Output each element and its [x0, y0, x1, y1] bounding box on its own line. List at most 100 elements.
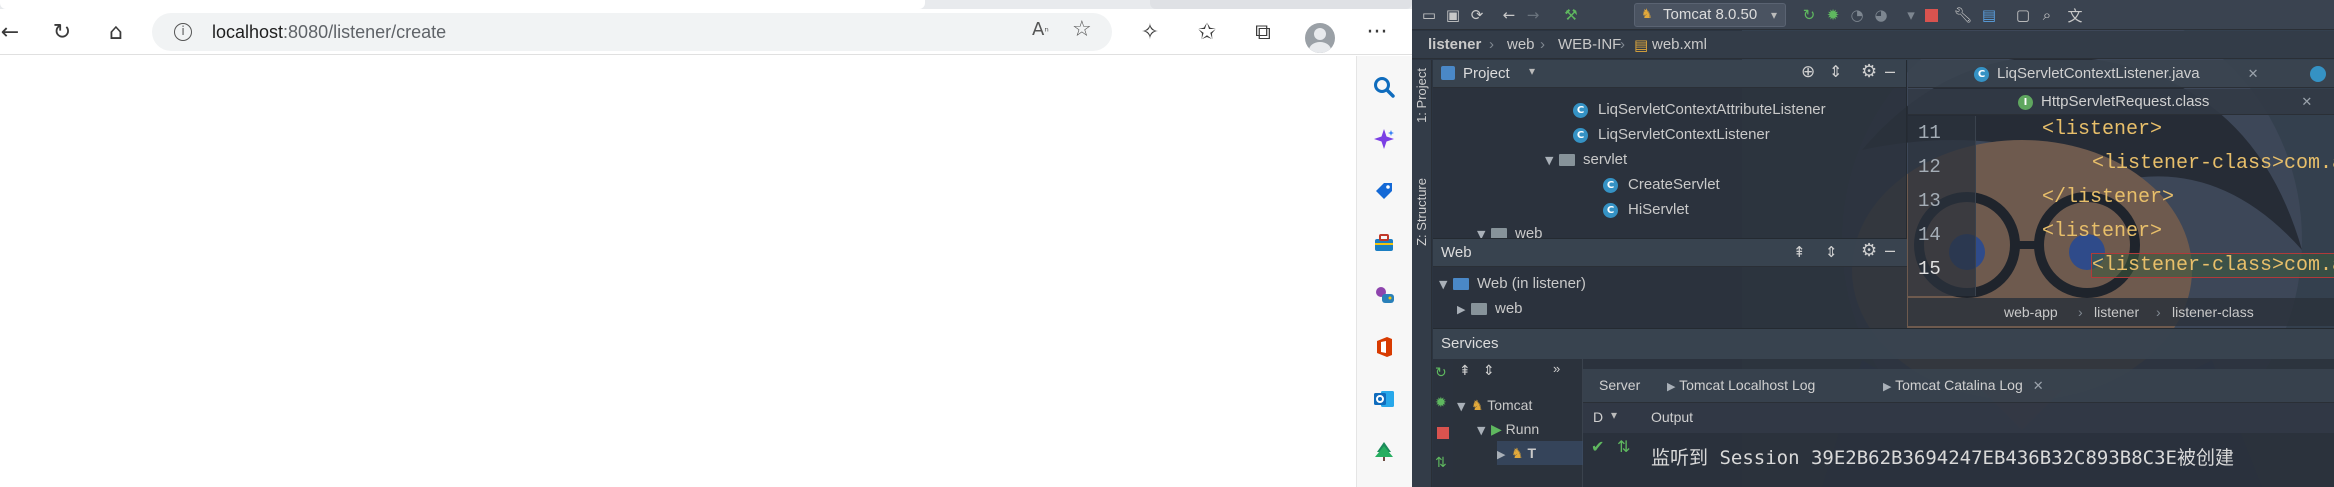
- read-aloud-icon[interactable]: Aⁿ: [1032, 19, 1049, 40]
- active-tab[interactable]: [0, 0, 925, 9]
- expand-all-icon[interactable]: ⇞: [1459, 363, 1471, 379]
- services-title[interactable]: Services: [1441, 335, 1499, 352]
- collapse-all-icon[interactable]: ⇕: [1829, 62, 1842, 82]
- close-icon[interactable]: ✕: [2301, 95, 2312, 110]
- collapse-all-icon[interactable]: ⇕: [1483, 363, 1495, 379]
- tree-icon[interactable]: [1369, 436, 1399, 466]
- deploy-icon[interactable]: ⇅: [1435, 455, 1447, 471]
- expanded-triangle-icon[interactable]: ▼: [1439, 273, 1453, 297]
- rerun-icon[interactable]: ↻: [1798, 4, 1820, 26]
- close-icon[interactable]: ✕: [2033, 379, 2044, 394]
- games-icon[interactable]: [1369, 280, 1399, 310]
- sync-icon[interactable]: ⟳: [1466, 4, 1488, 26]
- code-line[interactable]: <listener>: [2042, 220, 2162, 243]
- stop-icon[interactable]: [1437, 427, 1449, 439]
- back-icon[interactable]: ←: [0, 14, 28, 50]
- deploy-label[interactable]: D: [1593, 409, 1603, 425]
- breadcrumb-web-inf[interactable]: WEB-INF: [1558, 36, 1621, 53]
- reload-icon[interactable]: ↻: [44, 14, 80, 50]
- open-folder-icon[interactable]: ▭: [1418, 4, 1440, 26]
- outlook-icon[interactable]: [1369, 384, 1399, 414]
- locate-icon[interactable]: ⊕: [1801, 62, 1815, 82]
- save-icon[interactable]: ▣: [1442, 4, 1464, 26]
- layout-icon[interactable]: ▢: [2012, 4, 2034, 26]
- more-icon[interactable]: »: [1553, 361, 1560, 376]
- tab-catalina-log[interactable]: ▶ Tomcat Catalina Log ✕: [1883, 377, 2044, 394]
- project-structure-icon[interactable]: ▤: [1978, 4, 2000, 26]
- add-favorite-icon[interactable]: ☆: [1072, 17, 1092, 42]
- chevron-down-icon[interactable]: ▾: [1529, 64, 1535, 78]
- expanded-triangle-icon[interactable]: ▼: [1477, 419, 1491, 443]
- search-icon[interactable]: [1369, 72, 1399, 102]
- breadcrumb-file[interactable]: web.xml: [1652, 36, 1707, 53]
- tree-item[interactable]: ▼ ▶ Runn: [1477, 417, 1539, 441]
- back-icon[interactable]: ←: [1498, 4, 1520, 26]
- stop-icon[interactable]: [1920, 4, 1942, 26]
- home-icon[interactable]: ⌂: [98, 14, 134, 50]
- tree-item[interactable]: C HiServlet: [1603, 198, 1689, 222]
- run-configuration-select[interactable]: ♞ Tomcat 8.0.50 ▾: [1634, 3, 1786, 27]
- tree-item[interactable]: C LiqServletContextAttributeListener: [1573, 98, 1826, 122]
- structure-tool-tab[interactable]: Z: Structure: [1414, 178, 1430, 246]
- tab-localhost-log[interactable]: ▶ Tomcat Localhost Log: [1667, 377, 1815, 393]
- forward-icon[interactable]: →: [1522, 4, 1544, 26]
- breadcrumb-web[interactable]: web: [1507, 36, 1535, 53]
- breadcrumb-item[interactable]: web-app: [2004, 304, 2058, 320]
- collapsed-triangle-icon[interactable]: ▶: [1457, 298, 1471, 322]
- extensions-icon[interactable]: ✧: [1133, 15, 1167, 49]
- hide-panel-icon[interactable]: –: [1885, 61, 1895, 82]
- profile-run-icon[interactable]: ◕: [1870, 4, 1892, 26]
- tree-item[interactable]: C LiqServletContextListener: [1573, 123, 1770, 147]
- console-output[interactable]: ✔ ⇅ 监听到 Session 39E2B62B3694247EB436B32C…: [1583, 433, 2334, 487]
- build-hammer-icon[interactable]: ⚒: [1560, 4, 1582, 26]
- breadcrumb-item[interactable]: listener: [2094, 304, 2139, 320]
- favorites-icon[interactable]: ✩: [1190, 15, 1224, 49]
- expanded-triangle-icon[interactable]: ▼: [1457, 395, 1471, 419]
- rerun-icon[interactable]: ↻: [1435, 365, 1447, 381]
- breadcrumb-project[interactable]: listener: [1428, 36, 1481, 53]
- tree-item[interactable]: C CreateServlet: [1603, 173, 1720, 197]
- code-line-current[interactable]: <listener-class>com.a: [2090, 253, 2334, 278]
- tree-item[interactable]: ▼ servlet: [1545, 148, 1627, 172]
- search-everywhere-icon[interactable]: ⌕: [2036, 4, 2058, 26]
- more-icon[interactable]: ···: [1360, 15, 1394, 49]
- inactive-tab[interactable]: [1150, 0, 1412, 9]
- settings-wrench-icon[interactable]: 🔧︎: [1952, 4, 1974, 26]
- tools-icon[interactable]: [1369, 228, 1399, 258]
- debug-icon[interactable]: ✹: [1435, 395, 1447, 411]
- project-tool-tab[interactable]: 1: Project: [1414, 68, 1430, 123]
- tree-item[interactable]: ▼ Web (in listener): [1439, 272, 1586, 296]
- hide-panel-icon[interactable]: –: [1885, 240, 1895, 261]
- close-icon[interactable]: ✕: [2248, 67, 2259, 82]
- tree-item-selected[interactable]: ▶ ♞ T: [1497, 441, 1583, 465]
- project-panel-title[interactable]: Project: [1463, 65, 1510, 82]
- more-run-icon[interactable]: ▾: [1900, 4, 1922, 26]
- expand-all-icon[interactable]: ⇞: [1793, 243, 1806, 261]
- coverage-icon[interactable]: ◔: [1846, 4, 1868, 26]
- tree-item[interactable]: ▼ web: [1477, 222, 1543, 238]
- collapsed-triangle-icon[interactable]: ▶: [1497, 443, 1511, 467]
- gear-icon[interactable]: ⚙: [1861, 61, 1877, 82]
- code-line[interactable]: <listener>: [2042, 118, 2162, 141]
- address-bar[interactable]: i localhost:8080/listener/create Aⁿ ☆: [152, 13, 1112, 51]
- editor-tab[interactable]: C LiqServletContextListener.java ✕: [1974, 60, 2259, 88]
- chevron-down-icon[interactable]: ▾: [1611, 408, 1617, 422]
- profile-avatar[interactable]: [1305, 23, 1335, 53]
- tab-strip[interactable]: [0, 0, 1412, 9]
- gear-icon[interactable]: ⚙: [1861, 240, 1877, 261]
- shopping-icon[interactable]: [1369, 176, 1399, 206]
- tab-server[interactable]: Server: [1599, 377, 1640, 393]
- copilot-icon[interactable]: [1369, 124, 1399, 154]
- web-panel-title[interactable]: Web: [1441, 244, 1472, 261]
- editor-tab[interactable]: I HttpServletRequest.class ✕: [2018, 88, 2312, 116]
- expanded-triangle-icon[interactable]: ▼: [1477, 223, 1491, 238]
- tree-item[interactable]: ▶ web: [1457, 297, 1523, 321]
- url-text[interactable]: localhost:8080/listener/create: [212, 22, 446, 43]
- breadcrumb-item[interactable]: listener-class: [2172, 304, 2254, 320]
- code-line[interactable]: <listener-class>com.a: [2092, 152, 2334, 175]
- deploy-icon[interactable]: ⇅: [1617, 437, 1630, 456]
- collapse-all-icon[interactable]: ⇕: [1825, 243, 1838, 261]
- tree-item[interactable]: ▼ ♞ Tomcat: [1457, 393, 1532, 417]
- debug-icon[interactable]: ✹: [1822, 4, 1844, 26]
- collections-icon[interactable]: ⧉: [1246, 15, 1280, 49]
